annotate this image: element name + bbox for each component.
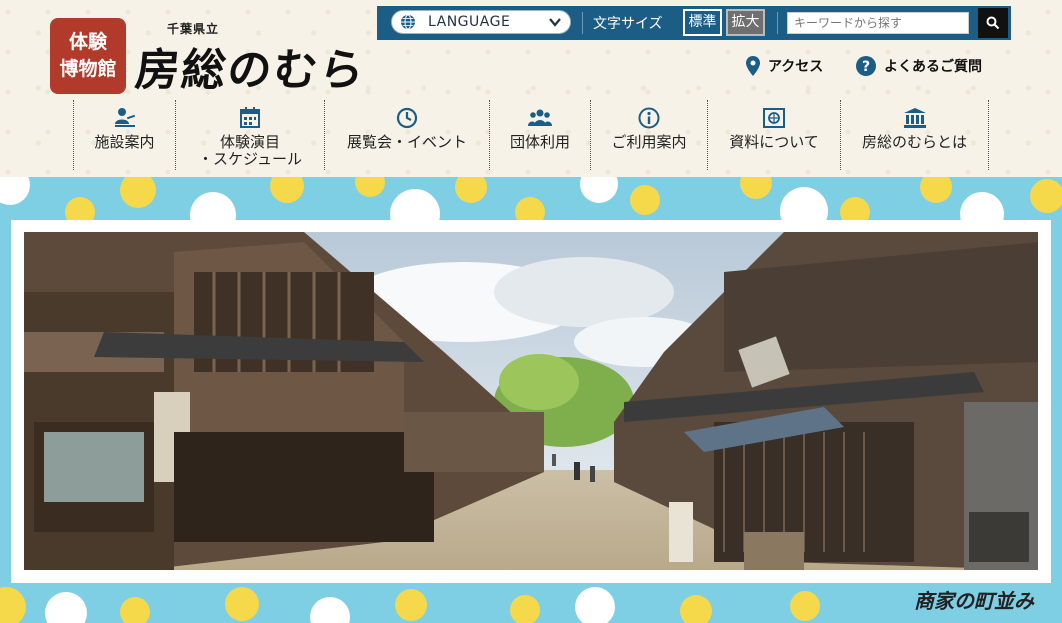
document-icon [763, 108, 785, 128]
museum-icon [903, 108, 926, 128]
question-icon: ? [856, 56, 876, 76]
decor-dot [0, 587, 26, 623]
street-photo-illustration [24, 232, 1038, 570]
calendar-icon [240, 107, 260, 128]
logo-badge[interactable]: 体験 博物館 [50, 18, 126, 94]
access-label: アクセス [768, 59, 824, 75]
decor-dot [680, 595, 712, 623]
nav-item-groups[interactable]: 団体利用 [489, 100, 590, 170]
divider [777, 12, 778, 34]
hero-photo [24, 232, 1038, 570]
svg-text:?: ? [862, 59, 870, 75]
clock-icon [396, 107, 418, 129]
decor-dot [790, 591, 820, 621]
nav-label: 施設案内 [94, 133, 155, 151]
utility-bar: LANGUAGE 文字サイズ 標準 拡大 [377, 6, 1011, 40]
group-icon [528, 109, 552, 126]
access-link[interactable]: アクセス [746, 56, 823, 76]
decor-dot [270, 177, 304, 203]
logo-title[interactable]: 房総のむら [133, 34, 370, 98]
hero-section: 商家の町並み [0, 177, 1062, 623]
decor-dot [575, 587, 615, 623]
decor-dot [120, 177, 156, 208]
person-desk-icon [114, 108, 135, 127]
decor-dot [920, 177, 952, 203]
nav-label: ご利用案内 [611, 133, 687, 151]
nav-label: 房総のむらとは [861, 133, 967, 151]
nav-label: 団体利用 [509, 133, 570, 151]
nav-label: 展覧会・イベント [346, 133, 467, 151]
decor-dot [580, 177, 618, 203]
decor-dot [455, 177, 487, 203]
decor-dot [0, 177, 30, 205]
decor-dot [510, 595, 540, 623]
nav-item-schedule[interactable]: 体験演目 ・スケジュール [175, 100, 324, 170]
language-select[interactable]: LANGUAGE [391, 10, 571, 34]
faq-link[interactable]: ? よくあるご質問 [856, 56, 982, 76]
global-nav: 施設案内 体験演目 ・スケジュール 展覧会・イベント 団体利用 ご利用案内 資料… [73, 100, 989, 170]
fontsize-standard-button[interactable]: 標準 [683, 9, 722, 36]
site-header: 体験 博物館 千葉県立 房総のむら LANGUAGE 文字サイズ 標準 拡大 キ… [0, 0, 1062, 177]
chevron-down-icon [549, 18, 561, 27]
search-button[interactable] [978, 8, 1008, 38]
nav-item-guide[interactable]: ご利用案内 [590, 100, 707, 170]
nav-item-facility[interactable]: 施設案内 [73, 100, 175, 170]
search-icon [986, 16, 1000, 30]
decor-dot [120, 597, 150, 623]
decor-dot [395, 589, 427, 621]
nav-label: 資料について [729, 133, 819, 151]
decor-dot [355, 177, 385, 197]
decor-dot [310, 597, 350, 623]
decor-dot [45, 592, 87, 623]
globe-icon [401, 14, 415, 30]
search-input[interactable] [787, 12, 969, 34]
nav-item-about[interactable]: 房総のむらとは [840, 100, 989, 170]
decor-dot [740, 177, 772, 199]
faq-label: よくあるご質問 [884, 59, 982, 75]
logo-badge-line2: 博物館 [59, 58, 117, 80]
nav-label: 体験演目 ・スケジュール [198, 133, 302, 168]
hero-caption: 商家の町並み [914, 589, 1034, 613]
decor-dot [1030, 179, 1062, 213]
decor-dot [630, 185, 660, 215]
language-label: LANGUAGE [428, 14, 511, 30]
info-icon [638, 107, 660, 129]
logo-badge-line1: 体験 [68, 31, 107, 53]
map-pin-icon [746, 56, 760, 76]
divider [582, 12, 583, 34]
fontsize-label: 文字サイズ [593, 16, 663, 32]
decor-dot [225, 587, 259, 621]
nav-item-exhibitions[interactable]: 展覧会・イベント [324, 100, 489, 170]
fontsize-large-button[interactable]: 拡大 [726, 9, 765, 36]
nav-item-materials[interactable]: 資料について [707, 100, 840, 170]
hero-frame [11, 220, 1051, 583]
